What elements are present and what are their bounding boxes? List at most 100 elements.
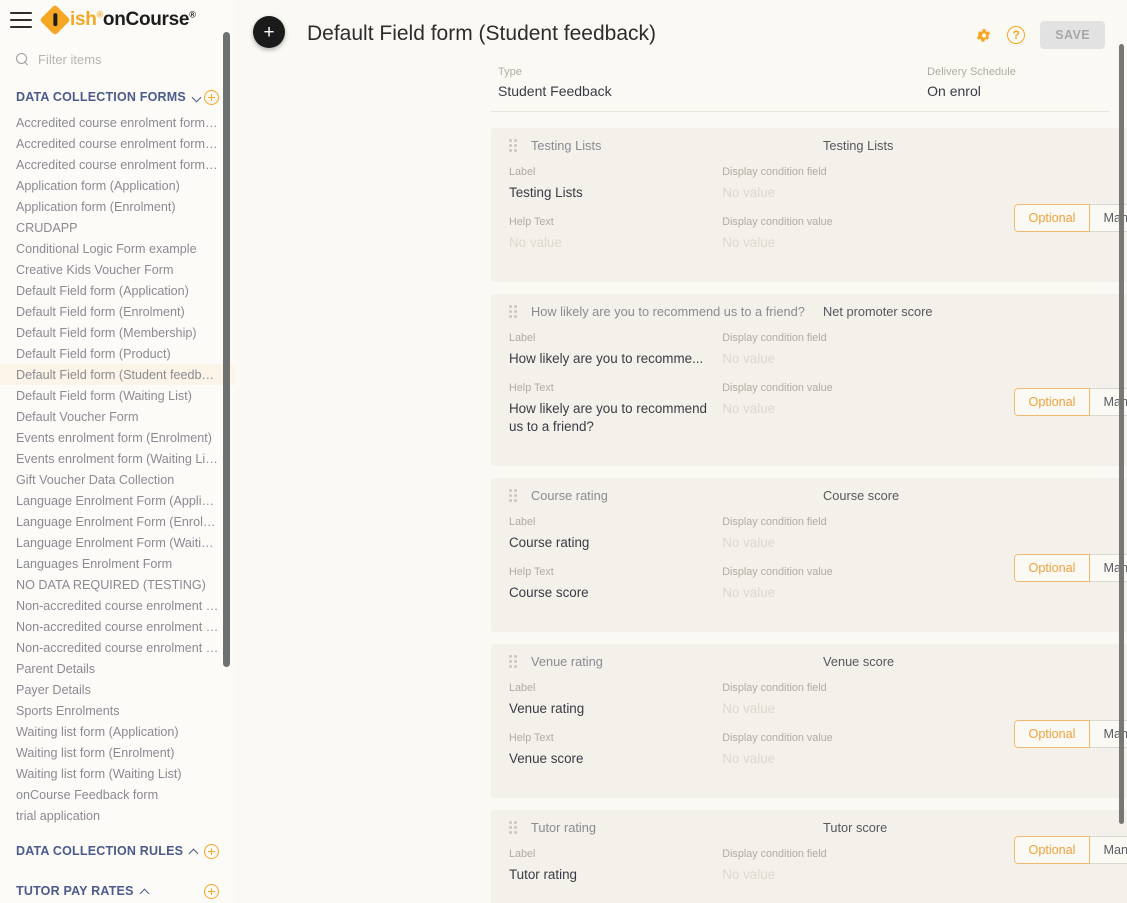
field-card-header: Testing Lists Testing Lists xyxy=(491,128,1127,162)
sidebar-item[interactable]: Conditional Logic Form example xyxy=(0,238,235,259)
sidebar-item[interactable]: Parent Details xyxy=(0,658,235,679)
sidebar-item[interactable]: Accredited course enrolment form (En... xyxy=(0,133,235,154)
chevron-down-icon[interactable] xyxy=(193,93,202,102)
sidebar-item[interactable]: Default Field form (Application) xyxy=(0,280,235,301)
sidebar-item[interactable]: Language Enrolment Form (Enrolment) xyxy=(0,511,235,532)
sidebar-item[interactable]: trial application xyxy=(0,805,235,826)
label-field: Label Venue rating xyxy=(509,682,722,718)
label-field-value[interactable]: How likely are you to recomme... xyxy=(509,350,722,368)
field-card-type: Testing Lists xyxy=(823,137,894,153)
field-card-type: Net promoter score xyxy=(823,303,933,319)
display-condition-field: Display condition field No value xyxy=(722,682,975,718)
display-condition-value[interactable]: No value xyxy=(722,750,975,768)
display-condition-field-value[interactable]: No value xyxy=(722,866,975,884)
field-card-title: Testing Lists xyxy=(531,137,602,153)
field-card-right-column: OptionalMandatory xyxy=(975,682,1127,782)
sidebar-item[interactable]: Default Field form (Waiting List) xyxy=(0,385,235,406)
sidebar-section-data-collection-forms[interactable]: DATA COLLECTION FORMS xyxy=(0,82,235,112)
help-text-value[interactable]: How likely are you to recommend us to a … xyxy=(509,400,722,436)
display-condition-value-field: Display condition value No value xyxy=(722,732,975,768)
sidebar-item[interactable]: Default Field form (Student feedback) xyxy=(0,364,235,385)
optional-toggle[interactable]: Optional xyxy=(1013,204,1091,232)
sidebar-section-data-collection-rules[interactable]: DATA COLLECTION RULES xyxy=(0,836,235,866)
mandatory-toggle[interactable]: Mandatory xyxy=(1089,836,1127,864)
field-card-type: Course score xyxy=(823,487,900,503)
hamburger-menu-icon[interactable] xyxy=(10,12,32,28)
sidebar-item[interactable]: Language Enrolment Form (Waiting Li... xyxy=(0,532,235,553)
optional-toggle[interactable]: Optional xyxy=(1013,720,1091,748)
field-card-middle-column: Display condition field No value Display c… xyxy=(722,166,975,266)
sidebar-item[interactable]: Events enrolment form (Enrolment) xyxy=(0,427,235,448)
chevron-up-icon[interactable] xyxy=(190,847,199,856)
meta-type-value: Student Feedback xyxy=(498,83,612,99)
sidebar-item-label: Application form (Application) xyxy=(16,178,180,193)
display-condition-value[interactable]: No value xyxy=(722,234,975,252)
add-form-button[interactable] xyxy=(204,89,219,105)
save-button[interactable]: SAVE xyxy=(1040,21,1105,49)
label-field-value[interactable]: Course rating xyxy=(509,534,722,552)
brand-oncourse: onCourse xyxy=(102,9,190,30)
sidebar-section-tutor-pay-rates[interactable]: TUTOR PAY RATES xyxy=(0,876,235,903)
add-field-button[interactable]: + xyxy=(253,16,285,48)
add-rule-button[interactable] xyxy=(204,843,219,859)
sidebar-item[interactable]: Waiting list form (Application) xyxy=(0,721,235,742)
sidebar-item[interactable]: Gift Voucher Data Collection xyxy=(0,469,235,490)
sidebar-item[interactable]: Default Field form (Product) xyxy=(0,343,235,364)
display-condition-field-value[interactable]: No value xyxy=(722,350,975,368)
sidebar-item[interactable]: Waiting list form (Waiting List) xyxy=(0,763,235,784)
gear-icon[interactable] xyxy=(975,27,992,44)
sidebar-search[interactable] xyxy=(0,46,235,72)
sidebar-item[interactable]: NO DATA REQUIRED (TESTING) xyxy=(0,574,235,595)
display-condition-field-value[interactable]: No value xyxy=(722,534,975,552)
add-pay-rate-button[interactable] xyxy=(204,883,219,899)
sidebar-item[interactable]: Waiting list form (Enrolment) xyxy=(0,742,235,763)
display-condition-value[interactable]: No value xyxy=(722,584,975,602)
sidebar-item[interactable]: Sports Enrolments xyxy=(0,700,235,721)
help-text-value[interactable]: Course score xyxy=(509,584,722,602)
sidebar-item[interactable]: Default Voucher Form xyxy=(0,406,235,427)
help-icon[interactable]: ? xyxy=(1007,26,1026,44)
sidebar-item[interactable]: Creative Kids Voucher Form xyxy=(0,259,235,280)
sidebar-item[interactable]: Accredited course enrolment form (W... xyxy=(0,154,235,175)
sidebar-item[interactable]: Non-accredited course enrolment for... xyxy=(0,616,235,637)
sidebar-item[interactable]: Default Field form (Membership) xyxy=(0,322,235,343)
sidebar-item[interactable]: Payer Details xyxy=(0,679,235,700)
sidebar-item[interactable]: CRUDAPP xyxy=(0,217,235,238)
sidebar-item[interactable]: Events enrolment form (Waiting List) xyxy=(0,448,235,469)
sidebar-item[interactable]: Non-accredited course enrolment for... xyxy=(0,595,235,616)
drag-handle-icon[interactable] xyxy=(509,304,518,318)
search-input[interactable] xyxy=(38,51,219,67)
optional-toggle[interactable]: Optional xyxy=(1013,836,1091,864)
sidebar-item-label: Application form (Enrolment) xyxy=(16,199,176,214)
sidebar-item[interactable]: Language Enrolment Form (Application) xyxy=(0,490,235,511)
optional-toggle[interactable]: Optional xyxy=(1013,388,1091,416)
field-card-title: Course rating xyxy=(531,487,608,503)
display-condition-value-field: Display condition value No value xyxy=(722,216,975,252)
label-field-value[interactable]: Tutor rating xyxy=(509,866,722,884)
sidebar-item[interactable]: Default Field form (Enrolment) xyxy=(0,301,235,322)
drag-handle-icon[interactable] xyxy=(509,138,518,152)
drag-handle-icon[interactable] xyxy=(509,488,518,502)
main-scrollbar-thumb[interactable] xyxy=(1119,44,1124,824)
display-condition-field-value[interactable]: No value xyxy=(722,184,975,202)
sidebar-item-label: Accredited course enrolment form (A... xyxy=(16,115,219,130)
sidebar-item[interactable]: Application form (Enrolment) xyxy=(0,196,235,217)
toolbar: + Default Field form (Student feedback) … xyxy=(235,0,1127,70)
help-text-value[interactable]: No value xyxy=(509,234,722,252)
optional-toggle[interactable]: Optional xyxy=(1013,554,1091,582)
sidebar-item[interactable]: Languages Enrolment Form xyxy=(0,553,235,574)
sidebar-item[interactable]: Application form (Application) xyxy=(0,175,235,196)
sidebar-item[interactable]: Non-accredited course enrolment for... xyxy=(0,637,235,658)
sidebar-item[interactable]: onCourse Feedback form xyxy=(0,784,235,805)
drag-handle-icon[interactable] xyxy=(509,820,518,834)
display-condition-field-label: Display condition field xyxy=(722,848,827,860)
drag-handle-icon[interactable] xyxy=(509,654,518,668)
label-field-value[interactable]: Testing Lists xyxy=(509,184,722,202)
sidebar-scrollbar-thumb[interactable] xyxy=(223,32,230,667)
chevron-up-icon[interactable] xyxy=(141,887,150,896)
sidebar-item[interactable]: Accredited course enrolment form (A... xyxy=(0,112,235,133)
display-condition-field-value[interactable]: No value xyxy=(722,700,975,718)
display-condition-value[interactable]: No value xyxy=(722,400,975,418)
help-text-value[interactable]: Venue score xyxy=(509,750,722,768)
label-field-value[interactable]: Venue rating xyxy=(509,700,722,718)
